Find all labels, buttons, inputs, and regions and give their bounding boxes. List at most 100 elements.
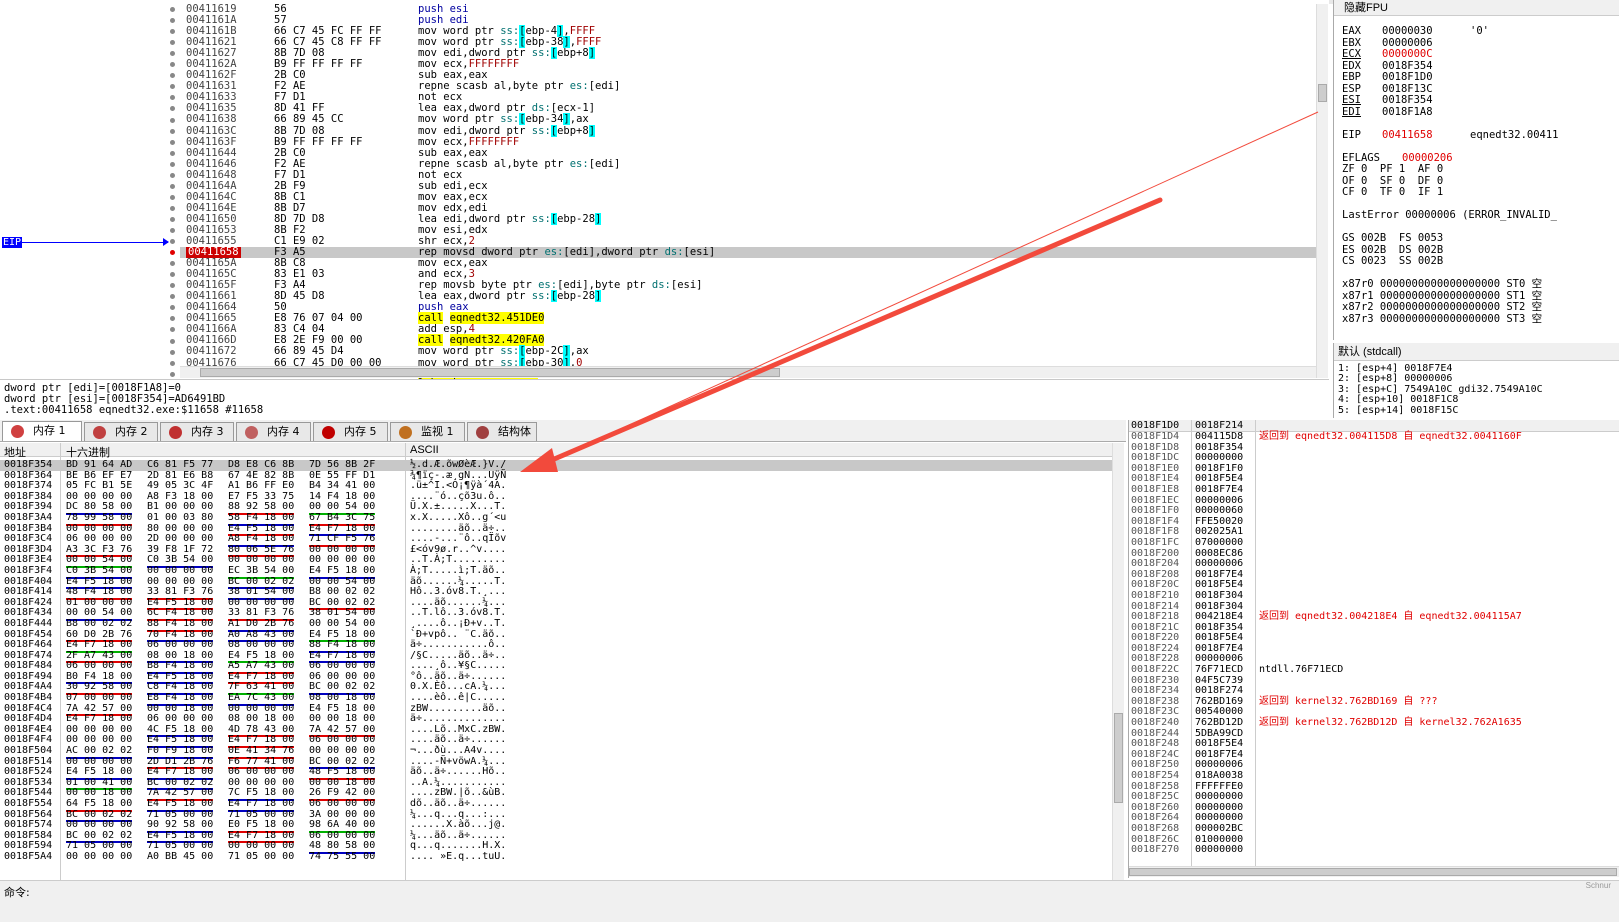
stack-address[interactable]: 0018F254	[1131, 770, 1179, 782]
register-name[interactable]: EAX	[1342, 25, 1382, 37]
register-value[interactable]: 0018F1A8	[1382, 106, 1470, 118]
disasm-row[interactable]: 0041164A 2B F9 sub edi,ecx	[180, 180, 1316, 192]
dump-address[interactable]: 0018F554	[4, 798, 52, 810]
segment-registers[interactable]: GS 002B FS 0053	[1342, 232, 1443, 244]
register-value[interactable]: 0018F354	[1382, 94, 1470, 106]
tab-1[interactable]: 内存 1	[2, 421, 82, 441]
disasm-row[interactable]: 0041165A 8B C8 mov ecx,eax	[180, 258, 1316, 269]
disasm-row[interactable]: 00411619 56 push esi	[180, 3, 1316, 15]
dump-hex-group[interactable]: 01 00 03 80	[147, 512, 213, 524]
command-bar[interactable]: 命令: Schnur	[0, 880, 1619, 922]
register-name[interactable]: EIP	[1342, 129, 1382, 141]
disasm-row[interactable]: 0041164C 8B C1 mov eax,ecx	[180, 191, 1316, 203]
flags-text[interactable]: CF 0 TF 0 IF 1	[1342, 186, 1443, 198]
stack-address[interactable]: 0018F1D4	[1131, 431, 1179, 443]
breakpoint-dot[interactable]	[170, 7, 175, 12]
disasm-row[interactable]: 0041162F 2B C0 sub eax,eax	[180, 70, 1316, 81]
dump-vscrollbar[interactable]	[1112, 443, 1124, 895]
breakpoint-dot[interactable]	[170, 62, 175, 68]
disasm-row[interactable]: 0041162A B9 FF FF FF FF mov ecx,FFFFFFFF	[180, 59, 1316, 70]
x87-register[interactable]: x87r2 0000000000000000000 ST2 空	[1342, 301, 1542, 313]
breakpoint-dot[interactable]	[170, 106, 175, 112]
stack-value[interactable]: 0018F7E4	[1195, 484, 1243, 496]
dump-row[interactable]: 0018F3F4 C0 3B 54 00 00 00 00 00 EC 3B 54 0…	[0, 565, 1112, 579]
dump-ascii[interactable]: dõ..äõ..ä÷......	[410, 798, 506, 810]
breakpoint-dot[interactable]	[170, 250, 175, 256]
disasm-row[interactable]: 00411635 8D 41 FF lea eax,dword ptr ds:[ec…	[180, 103, 1316, 114]
dump-hex-group[interactable]: 74 75 55 00	[309, 851, 375, 863]
dump-row[interactable]: 0018F3A4 78 99 58 00 01 00 03 80 58 F4 18 0…	[0, 512, 1112, 526]
disasm-row[interactable]: 0041164E 8B D7 mov edx,edi	[180, 202, 1316, 214]
disasm-row[interactable]: 00411648 F7 D1 not ecx	[180, 169, 1316, 181]
breakpoint-dot[interactable]	[170, 194, 175, 200]
disassembly-listing[interactable]: 00411619 56 push esi 0041161A 57 push edi 0041…	[180, 3, 1316, 379]
eflags-value[interactable]: 00000206	[1402, 152, 1453, 164]
calling-convention-select[interactable]: 默认 (stdcall)	[1334, 343, 1619, 361]
disasm-row[interactable]: 00411633 F7 D1 not ecx	[180, 92, 1316, 103]
disasm-row[interactable]: 00411621 66 C7 45 C8 FF FF mov word ptr ss…	[180, 36, 1316, 49]
segment-registers[interactable]: ES 002B DS 002B	[1342, 244, 1443, 256]
x87-register[interactable]: x87r3 0000000000000000000 ST3 空	[1342, 313, 1542, 325]
dump-address[interactable]: 0018F3A4	[4, 512, 52, 524]
tab-2[interactable]: 内存 2	[84, 422, 158, 441]
call-args-pane[interactable]: 默认 (stdcall) 1: [esp+4] 0018F7E4 2: [esp+…	[1333, 343, 1619, 418]
disasm-row[interactable]: 00411672 66 89 45 D4 mov word ptr ss:[ebp-…	[180, 345, 1316, 358]
disasm-row[interactable]: 00411655 C1 E9 02 shr ecx,2	[180, 235, 1316, 247]
stack-address[interactable]: 0018F1FC	[1131, 537, 1179, 549]
flags-text[interactable]: OF 0 SF 0 DF 0	[1342, 175, 1443, 187]
stack-value[interactable]: 00000000	[1195, 845, 1243, 856]
breakpoint-dot[interactable]	[170, 283, 175, 289]
tab-3[interactable]: 内存 3	[160, 422, 234, 441]
tab-4[interactable]: 内存 4	[236, 422, 311, 441]
breakpoint-dot[interactable]	[170, 51, 175, 57]
dump-hex-group[interactable]: B8 00 02 02	[66, 618, 132, 630]
disasm-row[interactable]: 0041165F F3 A4 rep movsb byte ptr es:[edi]…	[180, 280, 1316, 291]
dump-ascii[interactable]: x.X.....Xô..g´<u	[410, 512, 506, 524]
disasm-row[interactable]: 0041163C 8B 7D 08 mov edi,dword ptr ss:[eb…	[180, 124, 1316, 137]
tab-7[interactable]: 结构体	[467, 422, 537, 441]
breakpoint-dot[interactable]	[170, 117, 175, 123]
dump-rows[interactable]: 0018F354 BD 91 64 AD C6 81 F5 77 D8 E8 C6 8…	[0, 459, 1112, 863]
breakpoint-dot[interactable]	[170, 29, 175, 35]
register-name[interactable]: ECX	[1342, 48, 1382, 60]
breakpoint-dot[interactable]	[170, 172, 175, 178]
x87-register[interactable]: x87r0 0000000000000000000 ST0 空	[1342, 278, 1542, 290]
disasm-row[interactable]: 00411646 F2 AE repne scasb al,byte ptr es:…	[180, 158, 1316, 170]
disasm-row[interactable]: 00411644 2B C0 sub eax,eax	[180, 147, 1316, 159]
eip-value[interactable]: 00411658	[1382, 129, 1470, 141]
stack-hscrollbar[interactable]	[1129, 866, 1619, 877]
register-name[interactable]: EBP	[1342, 71, 1382, 83]
stack-value[interactable]: 0018F304	[1195, 590, 1243, 602]
disasm-row[interactable]: 00411653 8B F2 mov esi,edx	[180, 224, 1316, 236]
breakpoint-dot[interactable]	[170, 294, 175, 300]
disasm-row[interactable]: 0041166D E8 2E F9 00 00 call eqnedt32.420F…	[180, 334, 1316, 347]
stack-value[interactable]: 018A0038	[1195, 770, 1243, 782]
dump-hex-group[interactable]: 00 00 00 00	[147, 565, 213, 577]
registers-pane[interactable]: 隐藏FPU EAX 00000030'0' EBX 00000006 ECX 000000…	[1333, 0, 1619, 340]
breakpoint-dot[interactable]	[170, 261, 175, 267]
dump-hex-group[interactable]: C6 81 F5 77	[147, 459, 213, 471]
dump-ascii[interactable]: À;T.....ì;T.äõ..	[410, 565, 506, 577]
register-value[interactable]: 00000030	[1382, 25, 1470, 37]
disasm-hscrollbar[interactable]	[180, 366, 1316, 378]
breakpoint-dot[interactable]	[170, 183, 175, 189]
breakpoint-dot[interactable]	[170, 205, 175, 211]
stack-address[interactable]: 0018F210	[1131, 590, 1179, 602]
breakpoint-dot[interactable]	[170, 216, 175, 222]
disasm-row[interactable]: 00411631 F2 AE repne scasb al,byte ptr es:…	[180, 81, 1316, 92]
disasm-row[interactable]: 0041163F B9 FF FF FF FF mov ecx,FFFFFFFF	[180, 136, 1316, 148]
disasm-row[interactable]: 00411650 8D 7D D8 lea edi,dword ptr ss:[eb…	[180, 212, 1316, 225]
breakpoint-dot[interactable]	[170, 128, 175, 134]
cpu-disassembly-pane[interactable]: EIP 00411619 56 push esi 0041161A 57 push edi…	[0, 0, 1329, 380]
register-name[interactable]: ESP	[1342, 83, 1382, 95]
segment-registers[interactable]: CS 0023 SS 002B	[1342, 255, 1443, 267]
disasm-row[interactable]: 00411658 F3 A5 rep movsd dword ptr es:[edi…	[180, 246, 1316, 259]
breakpoint-dot[interactable]	[170, 316, 175, 322]
stack-value[interactable]: 000002BC	[1195, 823, 1243, 835]
hide-fpu-button[interactable]: 隐藏FPU	[1334, 0, 1619, 16]
dump-ascii[interactable]: ½.d.Æ.õwØèÆ.}V./	[410, 459, 506, 471]
breakpoint-dot[interactable]	[170, 349, 175, 355]
dump-hex-group[interactable]: 00 00 54 00	[309, 618, 375, 630]
dump-hex-group[interactable]: 71 05 00 00	[228, 851, 294, 863]
register-name[interactable]: EBX	[1342, 37, 1382, 49]
